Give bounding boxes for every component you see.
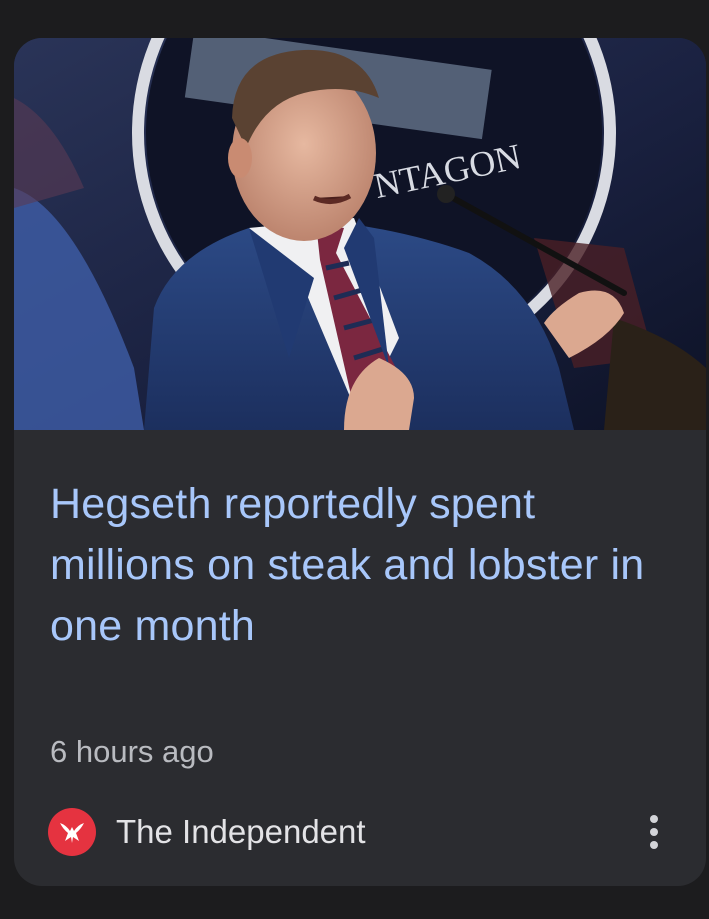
press-briefing-photo: NTAGON [14,38,706,430]
menu-dot [650,841,658,849]
source-row: The Independent [48,804,688,860]
article-image[interactable]: NTAGON [14,38,706,430]
article-headline[interactable]: Hegseth reportedly spent millions on ste… [50,474,670,657]
article-timestamp: 6 hours ago [50,734,214,769]
source-name[interactable]: The Independent [116,813,366,851]
source-logo [48,808,96,856]
menu-dot [650,815,658,823]
eagle-icon [60,823,84,843]
news-card[interactable]: NTAGON Hegseth reportedly spent millions… [14,38,706,886]
more-vert-icon[interactable] [634,806,674,858]
menu-dot [650,828,658,836]
